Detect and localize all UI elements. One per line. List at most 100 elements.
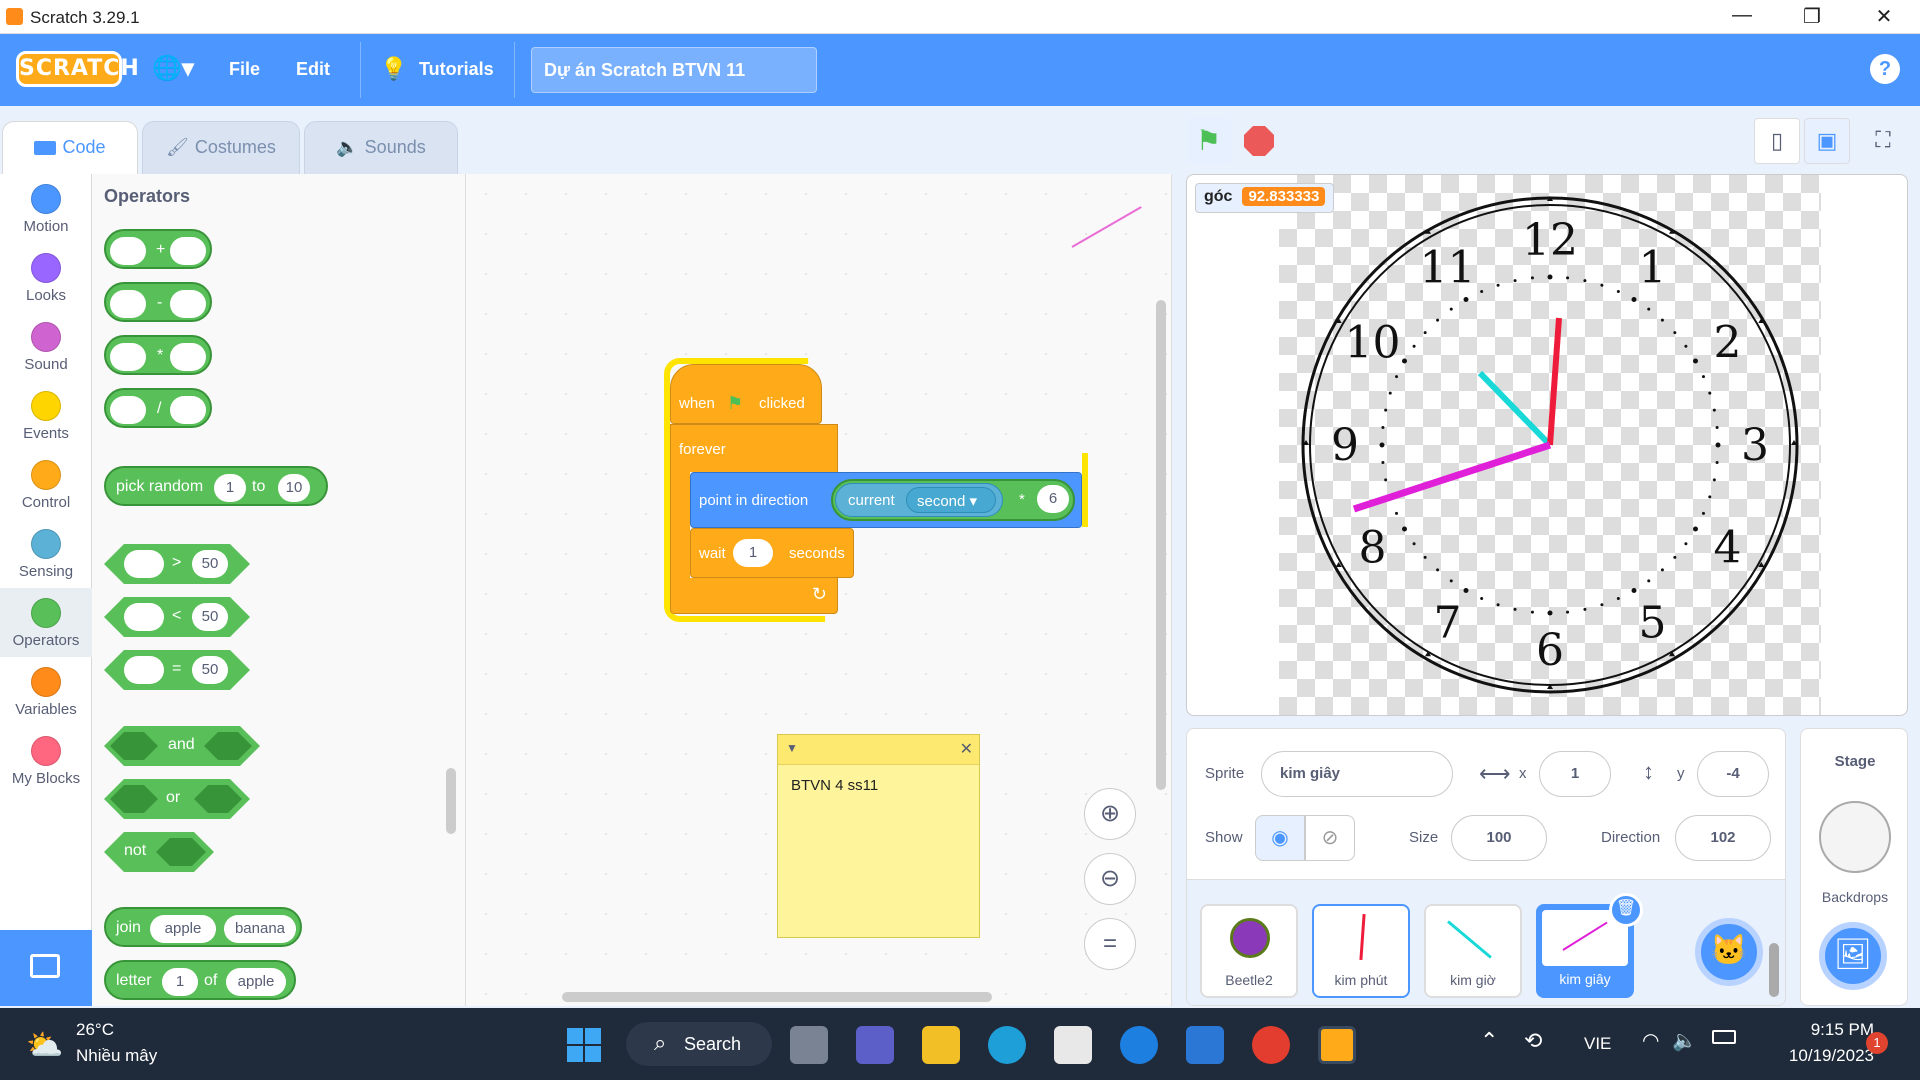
collapse-arrow-icon[interactable]: ▼ [786, 741, 798, 755]
random-from-input[interactable]: 1 [214, 474, 246, 502]
greater-than-block[interactable]: > 50 [104, 544, 250, 584]
language-globe-icon[interactable]: 🌐▾ [152, 54, 194, 83]
equals-block[interactable]: = 50 [104, 650, 250, 690]
boolean-slot[interactable] [194, 785, 242, 813]
divide-block[interactable]: / [104, 388, 212, 428]
scratch-taskbar-icon[interactable] [1318, 1026, 1356, 1064]
multiply-block[interactable]: * [104, 335, 212, 375]
stage-canvas[interactable]: 12 1 2 3 4 5 6 7 8 9 10 11 góc 92.833333 [1186, 174, 1908, 716]
sprite-tile-kim-gio[interactable]: kim giờ [1424, 904, 1522, 998]
add-block[interactable]: + [104, 229, 212, 269]
sprite-name-input[interactable]: kim giây [1261, 751, 1453, 797]
operand-value[interactable]: 50 [192, 656, 228, 684]
stop-button[interactable] [1244, 126, 1274, 156]
operand-slot[interactable] [170, 237, 206, 265]
notification-badge[interactable]: 1 [1866, 1032, 1888, 1054]
y-position-input[interactable]: -4 [1697, 751, 1769, 797]
show-hidden-button[interactable]: ⊘ [1305, 815, 1355, 861]
not-block[interactable]: not [104, 832, 214, 872]
add-extension-button[interactable] [0, 930, 92, 1006]
minimize-button[interactable]: — [1722, 4, 1762, 27]
or-block[interactable]: or [104, 779, 250, 819]
time-unit-dropdown[interactable]: second ▾ [906, 487, 996, 513]
comment-text[interactable]: BTVN 4 ss11 [778, 765, 979, 806]
join-first-input[interactable]: apple [150, 915, 216, 943]
operand-slot[interactable] [170, 396, 206, 424]
close-button[interactable]: ✕ [1864, 4, 1904, 29]
comment-header[interactable]: ▼ ✕ [778, 735, 979, 765]
wait-block[interactable]: wait 1 seconds [690, 528, 854, 578]
letter-string-input[interactable]: apple [226, 968, 286, 996]
lightbulb-icon[interactable]: 💡 [380, 56, 407, 82]
and-block[interactable]: and [104, 726, 260, 766]
workspace-vertical-scrollbar[interactable] [1156, 300, 1166, 790]
operand-value[interactable]: 50 [192, 550, 228, 578]
code-workspace[interactable]: when ⚑ clicked forever point in directio… [466, 174, 1172, 1006]
sync-icon[interactable]: ⟲ [1524, 1028, 1542, 1054]
point-in-direction-block[interactable]: point in direction current second ▾ * 6 [690, 472, 1082, 528]
operand-slot[interactable] [110, 343, 146, 371]
teams-chat-icon[interactable] [856, 1026, 894, 1064]
when-flag-clicked-block[interactable]: when ⚑ clicked [670, 364, 822, 424]
operand-slot[interactable] [124, 550, 164, 578]
category-operators[interactable]: Operators [0, 588, 92, 657]
sprite-list-scrollbar[interactable] [1769, 943, 1779, 997]
tray-overflow-chevron-icon[interactable]: ⌃ [1480, 1028, 1498, 1054]
battery-icon[interactable] [1712, 1030, 1736, 1044]
tab-costumes[interactable]: 🖌 Costumes [142, 121, 300, 175]
wait-seconds-input[interactable]: 1 [733, 539, 773, 567]
language-indicator[interactable]: VIE [1584, 1034, 1611, 1054]
operand-slot[interactable] [124, 603, 164, 631]
boolean-slot[interactable] [156, 838, 206, 866]
maximize-button[interactable]: ❐ [1792, 4, 1832, 29]
join-second-input[interactable]: banana [224, 915, 296, 943]
operand-value[interactable]: 50 [192, 603, 228, 631]
multiply-reporter[interactable]: current second ▾ * 6 [831, 479, 1075, 521]
join-block[interactable]: join apple banana [104, 907, 302, 947]
search-box[interactable]: ⌕ Search [626, 1022, 772, 1066]
choose-sprite-button[interactable]: 🐱 [1695, 918, 1763, 986]
category-events[interactable]: Events [0, 381, 92, 450]
workspace-horizontal-scrollbar[interactable] [562, 992, 992, 1002]
palette-scrollbar[interactable] [446, 768, 456, 834]
category-sensing[interactable]: Sensing [0, 519, 92, 588]
less-than-block[interactable]: < 50 [104, 597, 250, 637]
choose-backdrop-button[interactable]: 🖼 [1819, 922, 1887, 990]
wifi-icon[interactable]: ◠ [1642, 1028, 1659, 1053]
boolean-slot[interactable] [110, 732, 158, 760]
sprite-tile-beetle2[interactable]: Beetle2 [1200, 904, 1298, 998]
goc-variable-monitor[interactable]: góc 92.833333 [1195, 183, 1335, 213]
comment-note[interactable]: ▼ ✕ BTVN 4 ss11 [777, 734, 980, 938]
chrome-browser-icon[interactable] [1252, 1026, 1290, 1064]
letter-index-input[interactable]: 1 [162, 968, 198, 996]
small-stage-button[interactable]: ▯ [1754, 118, 1800, 164]
zoom-in-button[interactable]: ⊕ [1084, 788, 1136, 840]
delete-sprite-button[interactable]: 🗑 [1609, 893, 1643, 927]
weather-temp[interactable]: 26°C [76, 1020, 114, 1040]
normal-stage-button[interactable]: ▣ [1804, 118, 1850, 164]
tab-code[interactable]: Code [2, 121, 138, 175]
current-time-reporter[interactable]: current second ▾ [835, 483, 1003, 517]
operand-slot[interactable] [110, 237, 146, 265]
operand-slot[interactable] [170, 343, 206, 371]
pick-random-block[interactable]: pick random 1 to 10 [104, 466, 328, 506]
operand-slot[interactable] [170, 290, 206, 318]
direction-input[interactable]: 102 [1675, 815, 1771, 861]
green-flag-button[interactable]: ⚑ [1186, 118, 1232, 164]
boolean-slot[interactable] [110, 785, 158, 813]
file-explorer-icon[interactable] [922, 1026, 960, 1064]
operand-slot[interactable] [124, 656, 164, 684]
x-position-input[interactable]: 1 [1539, 751, 1611, 797]
myhp-icon[interactable] [1186, 1026, 1224, 1064]
category-looks[interactable]: Looks [0, 243, 92, 312]
zoom-reset-button[interactable]: = [1084, 918, 1136, 970]
category-variables[interactable]: Variables [0, 657, 92, 726]
zoom-out-button[interactable]: ⊖ [1084, 853, 1136, 905]
category-sound[interactable]: Sound [0, 312, 92, 381]
boolean-slot[interactable] [204, 732, 252, 760]
help-icon[interactable]: ? [1870, 54, 1900, 84]
random-to-input[interactable]: 10 [278, 474, 310, 502]
show-visible-button[interactable]: ◉ [1255, 815, 1305, 861]
category-my-blocks[interactable]: My Blocks [0, 726, 92, 795]
project-title-input[interactable]: Dự án Scratch BTVN 11 [531, 47, 817, 93]
